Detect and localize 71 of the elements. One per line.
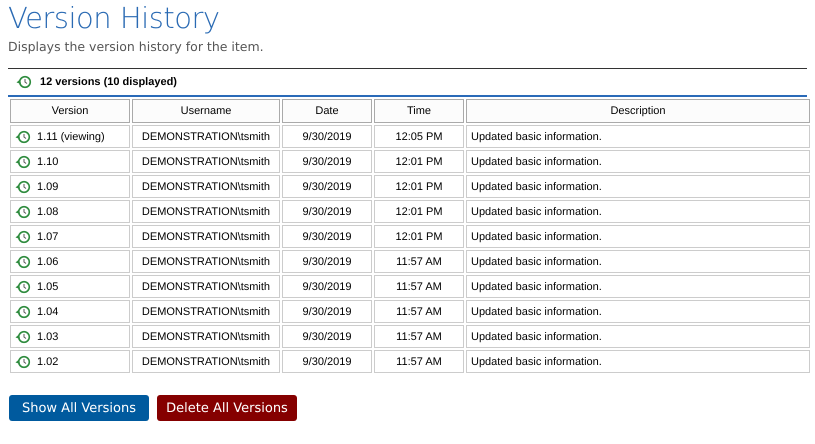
column-header: Date (282, 99, 372, 123)
history-icon (15, 228, 31, 244)
version-number: 1.08 (37, 206, 58, 218)
column-header: Time (374, 99, 464, 123)
history-icon (15, 128, 31, 144)
history-icon (15, 204, 31, 220)
history-icon (15, 328, 31, 344)
description-cell: Updated basic information. (466, 350, 810, 373)
time-cell: 11:57 AM (374, 300, 464, 323)
history-icon (15, 178, 31, 194)
username-cell: DEMONSTRATION\tsmith (132, 325, 280, 348)
column-header: Version (10, 99, 130, 123)
column-header: Username (132, 99, 280, 123)
username-cell: DEMONSTRATION\tsmith (132, 275, 280, 298)
version-number: 1.02 (37, 356, 58, 368)
description-cell: Updated basic information. (466, 325, 810, 348)
description-cell: Updated basic information. (466, 200, 810, 223)
time-cell: 11:57 AM (374, 250, 464, 273)
version-number: 1.06 (37, 256, 58, 268)
date-cell: 9/30/2019 (282, 325, 372, 348)
username-cell: DEMONSTRATION\tsmith (132, 125, 280, 148)
description-cell: Updated basic information. (466, 175, 810, 198)
time-cell: 12:01 PM (374, 200, 464, 223)
version-count: 12 versions (10 displayed) (40, 76, 177, 88)
date-cell: 9/30/2019 (282, 150, 372, 173)
page-description: Displays the version history for the item. (8, 39, 264, 54)
date-cell: 9/30/2019 (282, 175, 372, 198)
username-cell: DEMONSTRATION\tsmith (132, 225, 280, 248)
date-cell: 9/30/2019 (282, 275, 372, 298)
username-cell: DEMONSTRATION\tsmith (132, 150, 280, 173)
time-cell: 11:57 AM (374, 275, 464, 298)
delete-all-versions-button[interactable]: Delete All Versions (157, 395, 297, 421)
date-cell: 9/30/2019 (282, 200, 372, 223)
username-cell: DEMONSTRATION\tsmith (132, 350, 280, 373)
page-title: Version History (8, 0, 220, 35)
show-all-versions-button[interactable]: Show All Versions (9, 395, 149, 421)
version-number: 1.10 (37, 156, 58, 168)
description-cell: Updated basic information. (466, 125, 810, 148)
history-icon (16, 74, 32, 90)
time-cell: 12:05 PM (374, 125, 464, 148)
date-cell: 9/30/2019 (282, 250, 372, 273)
column-header: Description (466, 99, 810, 123)
history-icon (15, 354, 31, 370)
description-cell: Updated basic information. (466, 250, 810, 273)
version-number: 1.11 (viewing) (37, 130, 105, 142)
version-number: 1.03 (37, 330, 58, 342)
description-cell: Updated basic information. (466, 225, 810, 248)
date-cell: 9/30/2019 (282, 225, 372, 248)
version-number: 1.09 (37, 180, 58, 192)
time-cell: 11:57 AM (374, 325, 464, 348)
version-number: 1.05 (37, 280, 58, 292)
username-cell: DEMONSTRATION\tsmith (132, 175, 280, 198)
date-cell: 9/30/2019 (282, 125, 372, 148)
history-icon (15, 278, 31, 294)
history-icon (15, 154, 31, 170)
username-cell: DEMONSTRATION\tsmith (132, 300, 280, 323)
description-cell: Updated basic information. (466, 150, 810, 173)
description-cell: Updated basic information. (466, 300, 810, 323)
date-cell: 9/30/2019 (282, 350, 372, 373)
version-number: 1.04 (37, 306, 58, 318)
time-cell: 12:01 PM (374, 225, 464, 248)
time-cell: 11:57 AM (374, 350, 464, 373)
history-icon (15, 254, 31, 270)
time-cell: 12:01 PM (374, 150, 464, 173)
date-cell: 9/30/2019 (282, 300, 372, 323)
username-cell: DEMONSTRATION\tsmith (132, 250, 280, 273)
username-cell: DEMONSTRATION\tsmith (132, 200, 280, 223)
history-icon (15, 304, 31, 320)
time-cell: 12:01 PM (374, 175, 464, 198)
version-number: 1.07 (37, 230, 58, 242)
description-cell: Updated basic information. (466, 275, 810, 298)
